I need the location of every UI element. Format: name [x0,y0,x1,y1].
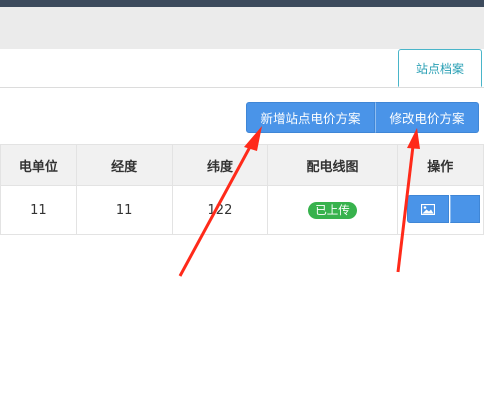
tab-label: 站点档案 [415,61,464,76]
cell-latitude: 122 [171,185,269,235]
view-diagram-button[interactable] [406,195,449,223]
header-band [0,7,484,49]
toolbar-button-group: 新增站点电价方案 修改电价方案 [246,102,479,133]
cell-longitude: 11 [75,185,173,235]
add-station-price-plan-button[interactable]: 新增站点电价方案 [246,102,375,133]
table-row: 11 11 122 已上传 [0,185,484,235]
column-header-latitude: 纬度 [171,144,269,186]
tab-station-archive[interactable]: 站点档案 [398,49,482,87]
cell-unit: 11 [0,185,77,235]
column-header-longitude: 经度 [75,144,173,186]
cell-actions [396,185,484,235]
edit-price-plan-button[interactable]: 修改电价方案 [375,102,479,133]
uploaded-status-badge: 已上传 [308,201,357,219]
column-header-actions: 操作 [396,144,484,186]
column-header-diagram: 配电线图 [267,144,398,186]
image-icon [420,203,435,215]
row-action-button-2[interactable] [449,195,480,223]
cell-diagram: 已上传 [267,185,398,235]
station-table: 电单位 经度 纬度 配电线图 操作 11 11 122 已上传 [0,144,484,235]
top-header-bar [0,0,484,7]
column-header-unit: 电单位 [0,144,77,186]
table-header-row: 电单位 经度 纬度 配电线图 操作 [0,144,484,186]
